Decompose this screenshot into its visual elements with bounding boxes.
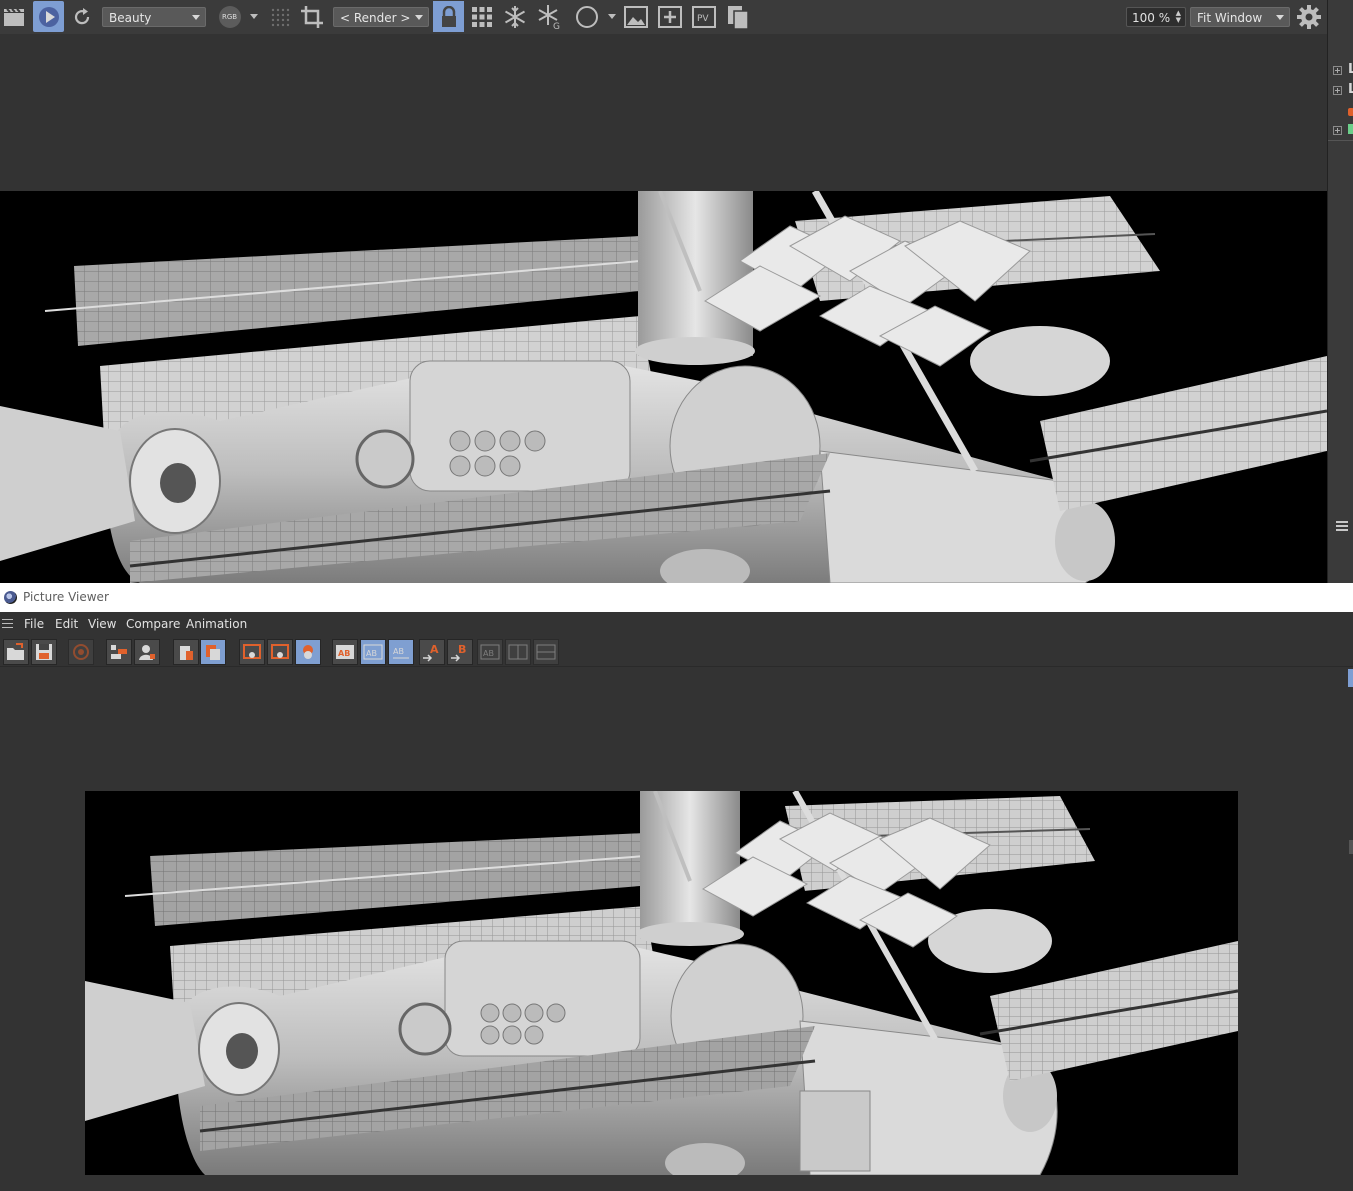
object-tag-icon bbox=[1348, 108, 1353, 116]
picture-viewer-toolbar: AB AB AB A B AB bbox=[0, 636, 1353, 667]
picture-viewer-menubar: File Edit View Compare Animation bbox=[0, 612, 1353, 636]
ab-swap-icon[interactable]: AB bbox=[388, 639, 414, 665]
pv-icon[interactable]: PV bbox=[690, 3, 718, 31]
tree-expand-toggle[interactable] bbox=[1333, 86, 1342, 95]
svg-text:AB: AB bbox=[338, 649, 350, 658]
circle-dropdown-arrow[interactable] bbox=[608, 14, 616, 19]
user-icon[interactable] bbox=[134, 639, 160, 665]
copy-icon[interactable] bbox=[724, 3, 752, 31]
zoom-value: 100 % bbox=[1132, 11, 1171, 25]
menu-compare[interactable]: Compare bbox=[126, 617, 180, 631]
window-title: Picture Viewer bbox=[23, 590, 109, 604]
render-dropdown-value: < Render > bbox=[340, 11, 411, 25]
grid-dots-icon[interactable] bbox=[266, 3, 294, 31]
compare-3-icon[interactable] bbox=[533, 639, 559, 665]
svg-text:AB: AB bbox=[483, 649, 494, 658]
render-view-icon[interactable] bbox=[33, 1, 64, 32]
menu-file[interactable]: File bbox=[24, 617, 44, 631]
gear-icon[interactable] bbox=[1295, 3, 1323, 31]
fit-window-value: Fit Window bbox=[1197, 11, 1263, 25]
add-image-icon[interactable] bbox=[656, 3, 684, 31]
rgb-label: RGB bbox=[222, 13, 238, 21]
panel-divider bbox=[1328, 140, 1353, 141]
svg-text:AB: AB bbox=[393, 647, 404, 656]
picture-viewer-render-image bbox=[85, 791, 1238, 1175]
zoom-stepper[interactable]: ▲ ▼ bbox=[1176, 10, 1181, 24]
tree-expand-toggle[interactable] bbox=[1333, 126, 1342, 135]
tree-item-label[interactable]: L bbox=[1348, 62, 1353, 77]
svg-text:G: G bbox=[553, 22, 560, 30]
channel-dropdown-value: Beauty bbox=[109, 11, 152, 25]
open-icon[interactable] bbox=[3, 639, 29, 665]
picture-viewer-canvas[interactable] bbox=[0, 667, 1353, 1191]
refresh-icon[interactable] bbox=[68, 3, 96, 31]
crop-icon[interactable] bbox=[298, 3, 326, 31]
render-viewport[interactable] bbox=[0, 34, 1327, 583]
menu-animation[interactable]: Animation bbox=[186, 617, 247, 631]
compare-1-icon[interactable]: AB bbox=[477, 639, 503, 665]
lock-icon[interactable] bbox=[433, 1, 464, 32]
pv-side-handle-2[interactable] bbox=[1349, 840, 1353, 854]
rgb-dropdown-arrow[interactable] bbox=[250, 14, 258, 19]
camera-icon[interactable] bbox=[295, 639, 321, 665]
tree-expand-toggle[interactable] bbox=[1333, 66, 1342, 75]
snowflake-g-icon[interactable]: G bbox=[536, 3, 564, 31]
layers-icon[interactable] bbox=[106, 639, 132, 665]
hamburger-menu-icon[interactable] bbox=[2, 619, 13, 631]
pv-side-handle[interactable] bbox=[1348, 669, 1353, 687]
view-b-icon[interactable] bbox=[267, 639, 293, 665]
ab-icon[interactable]: AB bbox=[332, 639, 358, 665]
clapper-icon[interactable] bbox=[0, 3, 28, 31]
svg-text:AB: AB bbox=[366, 649, 377, 658]
object-manager-strip: L L bbox=[1327, 0, 1353, 583]
object-type-icon bbox=[1348, 124, 1353, 134]
tree-item-label[interactable]: L bbox=[1348, 82, 1353, 97]
set-b-icon[interactable]: B bbox=[447, 639, 473, 665]
channel-dropdown[interactable]: Beauty bbox=[102, 7, 206, 27]
delete-icon[interactable] bbox=[173, 639, 199, 665]
zoom-field[interactable]: 100 % ▲ ▼ bbox=[1126, 7, 1186, 27]
picture-viewer-titlebar[interactable]: Picture Viewer bbox=[0, 583, 1353, 612]
set-a-label: A bbox=[430, 643, 439, 656]
cinema4d-logo-icon bbox=[4, 591, 17, 604]
view-a-icon[interactable] bbox=[239, 639, 265, 665]
render-icon[interactable] bbox=[68, 639, 94, 665]
circle-icon[interactable] bbox=[573, 3, 601, 31]
viewport-render-image bbox=[0, 191, 1327, 583]
rgb-icon[interactable]: RGB bbox=[216, 3, 244, 31]
panel-menu-icon[interactable] bbox=[1336, 521, 1348, 533]
save-icon[interactable] bbox=[31, 639, 57, 665]
viewport-toolbar: Beauty RGB < Render > G PV 100 % ▲ ▼ Fit… bbox=[0, 0, 1327, 35]
fit-window-dropdown[interactable]: Fit Window bbox=[1190, 7, 1290, 27]
menu-edit[interactable]: Edit bbox=[55, 617, 78, 631]
set-a-icon[interactable]: A bbox=[419, 639, 445, 665]
ab-split-icon[interactable]: AB bbox=[360, 639, 386, 665]
set-b-label: B bbox=[458, 643, 466, 656]
menu-view[interactable]: View bbox=[88, 617, 116, 631]
render-dropdown[interactable]: < Render > bbox=[333, 7, 429, 27]
image-icon[interactable] bbox=[622, 3, 650, 31]
compare-2-icon[interactable] bbox=[505, 639, 531, 665]
grid-icon[interactable] bbox=[468, 3, 496, 31]
history-icon[interactable] bbox=[200, 639, 226, 665]
svg-text:PV: PV bbox=[697, 14, 709, 24]
snowflake-icon[interactable] bbox=[501, 3, 529, 31]
